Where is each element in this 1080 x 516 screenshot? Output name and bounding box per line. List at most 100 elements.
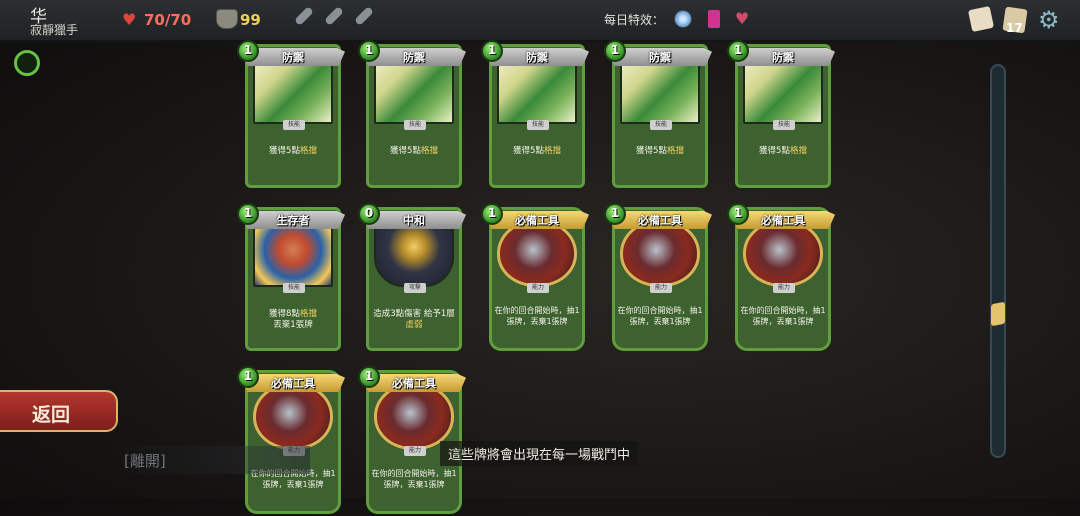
card-cost: 1: [243, 369, 253, 383]
card-type: 技能: [650, 120, 672, 130]
leave-button[interactable]: [離開]: [110, 446, 310, 474]
card-power[interactable]: 必備工具 1 能力 在你的回合開始時，抽1張牌，丟棄1張牌: [481, 203, 589, 353]
back-button[interactable]: 返回: [0, 390, 118, 432]
card-type: 技能: [773, 120, 795, 130]
map-icon[interactable]: [967, 5, 995, 33]
potion-slot-icon[interactable]: [354, 6, 374, 26]
card-type: 能力: [773, 283, 795, 293]
card-description: 在你的回合開始時，抽1張牌，丟棄1張牌: [737, 305, 829, 327]
deck-info-text: 這些牌將會出現在每一場戰鬥中: [440, 441, 639, 466]
potion-slot-icon[interactable]: [324, 6, 344, 26]
desc-text: 獲得5點: [636, 146, 667, 156]
card-skill[interactable]: 防禦 1 技能 獲得5點格擋: [727, 40, 835, 190]
back-button-label: 返回: [32, 404, 71, 426]
card-type: 能力: [650, 283, 672, 293]
ring-relic-icon[interactable]: [14, 50, 40, 76]
leave-button-label: [離開]: [124, 452, 166, 470]
card-power[interactable]: 必備工具 1 能力 在你的回合開始時，抽1張牌，丟棄1張牌: [237, 366, 345, 516]
card-skill[interactable]: 防禦 1 技能 獲得5點格擋: [604, 40, 712, 190]
card-art: [743, 56, 823, 124]
desc-keyword: 格擋: [543, 146, 561, 156]
card-cost: 1: [733, 206, 743, 220]
desc-text: 在你的回合開始時，抽1張牌，丟棄1張牌: [617, 306, 703, 326]
card-skill[interactable]: 防禦 1 技能 獲得5點格擋: [237, 40, 345, 190]
card-art: [497, 219, 577, 287]
card-description: 獲得5點格擋: [495, 146, 579, 157]
card-description: 獲得5點格擋: [251, 146, 335, 157]
desc-keyword: 虛弱: [405, 320, 423, 330]
card-description: 造成3點傷害 給予1層虛弱: [372, 309, 456, 331]
desc-text: 在你的回合開始時，抽1張牌，丟棄1張牌: [494, 306, 580, 326]
card-cost: 1: [610, 206, 620, 220]
desc-text: 在你的回合開始時，抽1張牌，丟棄1張牌: [371, 469, 457, 489]
desc-keyword: 格擋: [299, 309, 317, 319]
heart-modifier-icon[interactable]: ♥: [733, 10, 751, 28]
card-art: [620, 219, 700, 287]
card-type: 技能: [283, 120, 305, 130]
card-cost: 1: [243, 206, 253, 220]
card-cost: 0: [364, 206, 374, 220]
card-cost: 1: [610, 43, 620, 57]
card-power[interactable]: 必備工具 1 能力 在你的回合開始時，抽1張牌，丟棄1張牌: [604, 203, 712, 353]
card-description: 在你的回合開始時，抽1張牌，丟棄1張牌: [368, 468, 460, 490]
card-description: 在你的回合開始時，抽1張牌，丟棄1張牌: [491, 305, 583, 327]
card-attack[interactable]: 中和 0 攻擊 造成3點傷害 給予1層虛弱: [358, 203, 466, 353]
desc-text: 獲得5點: [513, 146, 544, 156]
scrollbar-track[interactable]: [990, 64, 1006, 458]
desc-text-extra: 丟棄1張牌: [273, 320, 313, 330]
card-art: [374, 219, 454, 287]
card-cost: 1: [364, 369, 374, 383]
card-type: 攻擊: [404, 283, 426, 293]
card-skill-fist[interactable]: 生存者 1 技能 獲得8點格擋 丟棄1張牌: [237, 203, 345, 353]
card-art: [620, 56, 700, 124]
card-skill[interactable]: 防禦 1 技能 獲得5點格擋: [358, 40, 466, 190]
desc-text: 造成3點傷害 給予1層: [373, 309, 455, 319]
hp-value: 70/70: [144, 11, 192, 29]
card-description: 獲得5點格擋: [618, 146, 702, 157]
card-cost: 1: [243, 43, 253, 57]
card-description: 獲得5點格擋: [741, 146, 825, 157]
card-art: [743, 219, 823, 287]
deck-count: 17: [1006, 21, 1023, 35]
card-type: 技能: [283, 283, 305, 293]
card-cost: 1: [733, 43, 743, 57]
card-art: [374, 382, 454, 450]
daily-mods-label: 每日特效：: [604, 13, 665, 27]
winged-boots-icon[interactable]: [674, 10, 692, 28]
desc-keyword: 格擋: [666, 146, 684, 156]
desc-text: 獲得5點: [390, 146, 421, 156]
card-art: [253, 56, 333, 124]
card-art: [497, 56, 577, 124]
card-cost: 1: [487, 206, 497, 220]
card-description: 獲得5點格擋: [372, 146, 456, 157]
card-art: [253, 219, 333, 287]
card-type: 能力: [404, 446, 426, 456]
desc-text: 在你的回合開始時，抽1張牌，丟棄1張牌: [740, 306, 826, 326]
card-art: [253, 382, 333, 450]
heart-icon: ♥: [122, 10, 137, 29]
card-art: [374, 56, 454, 124]
gold-bag-icon: [216, 9, 238, 29]
card-cost: 1: [364, 43, 374, 57]
top-bar: 华 寂靜獵手 ♥ 70/70 99 每日特效： ♥ 17 ⚙: [0, 0, 1080, 42]
card-type: 技能: [527, 120, 549, 130]
desc-keyword: 格擋: [420, 146, 438, 156]
potion-slot-icon[interactable]: [294, 6, 314, 26]
card-power[interactable]: 必備工具 1 能力 在你的回合開始時，抽1張牌，丟棄1張牌: [727, 203, 835, 353]
card-type: 能力: [527, 283, 549, 293]
card-type: 技能: [404, 120, 426, 130]
desc-text: 獲得5點: [759, 146, 790, 156]
desc-keyword: 格擋: [789, 146, 807, 156]
card-description: 獲得8點格擋 丟棄1張牌: [251, 309, 335, 331]
card-modifier-icon[interactable]: [708, 10, 720, 28]
desc-text: 獲得5點: [269, 146, 300, 156]
card-skill[interactable]: 防禦 1 技能 獲得5點格擋: [481, 40, 589, 190]
card-cost: 1: [487, 43, 497, 57]
gear-icon[interactable]: ⚙: [1038, 7, 1060, 33]
desc-keyword: 格擋: [299, 146, 317, 156]
scrollbar-handle[interactable]: [991, 301, 1005, 327]
character-title: 寂靜獵手: [30, 23, 79, 37]
card-description: 在你的回合開始時，抽1張牌，丟棄1張牌: [614, 305, 706, 327]
gold-value: 99: [240, 11, 261, 29]
desc-text: 獲得8點: [269, 309, 300, 319]
